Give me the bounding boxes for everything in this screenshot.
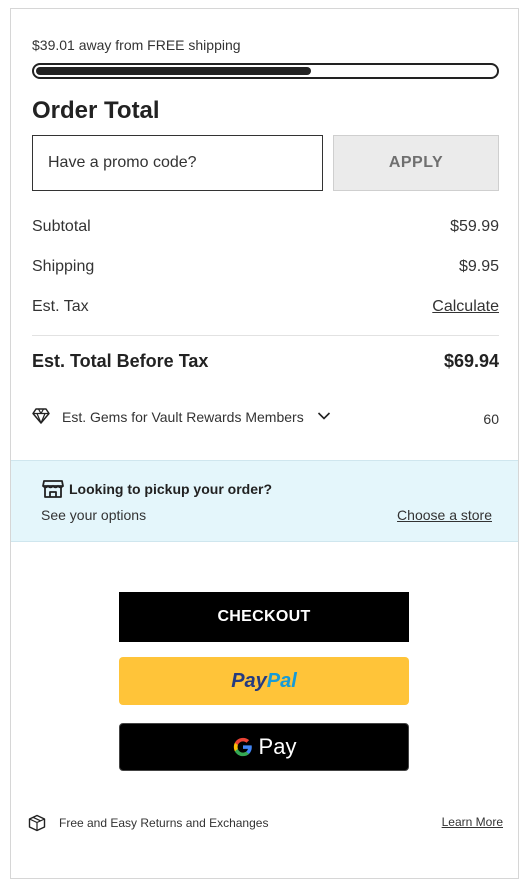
apply-promo-button[interactable]: APPLY: [333, 135, 499, 191]
tax-label: Est. Tax: [32, 298, 89, 315]
google-g-icon: [233, 737, 252, 757]
pickup-banner: Looking to pickup your order? See your o…: [11, 460, 518, 542]
store-icon: [42, 480, 64, 498]
gems-row[interactable]: Est. Gems for Vault Rewards Members 60: [32, 407, 499, 427]
paypal-button[interactable]: PayPal: [119, 657, 409, 705]
order-summary-card: $39.01 away from FREE shipping Order Tot…: [10, 8, 519, 879]
paypal-logo-part1: Pay: [231, 669, 267, 692]
free-shipping-progress-fill: [36, 67, 312, 75]
chevron-down-icon[interactable]: [317, 409, 331, 423]
box-icon: [28, 814, 46, 832]
returns-info: Free and Easy Returns and Exchanges Lear…: [28, 814, 503, 834]
returns-text: Free and Easy Returns and Exchanges: [59, 816, 269, 830]
choose-store-link[interactable]: Choose a store: [397, 507, 492, 523]
total-label: Est. Total Before Tax: [32, 351, 209, 371]
order-total-title: Order Total: [32, 97, 160, 124]
paypal-logo-part2: Pal: [266, 669, 297, 692]
checkout-button[interactable]: CHECKOUT: [119, 592, 409, 642]
gems-label: Est. Gems for Vault Rewards Members: [62, 409, 304, 425]
total-value: $69.94: [443, 351, 499, 371]
promo-code-input[interactable]: [32, 135, 323, 191]
summary-divider: [32, 335, 499, 336]
calculate-tax-link[interactable]: Calculate: [432, 298, 499, 316]
subtotal-label: Subtotal: [32, 218, 91, 235]
shipping-value: $9.95: [458, 258, 499, 275]
gem-icon: [32, 408, 50, 424]
google-pay-button[interactable]: Pay: [119, 723, 409, 771]
free-shipping-message: $39.01 away from FREE shipping: [32, 37, 241, 53]
pickup-subtitle: See your options: [41, 507, 147, 523]
shipping-label: Shipping: [32, 258, 95, 275]
free-shipping-progress-bar: [32, 63, 499, 79]
gems-value: 60: [483, 411, 499, 427]
pickup-title: Looking to pickup your order?: [69, 481, 272, 497]
google-pay-label: Pay: [258, 734, 297, 759]
subtotal-value: $59.99: [450, 218, 499, 235]
learn-more-link[interactable]: Learn More: [442, 815, 503, 829]
